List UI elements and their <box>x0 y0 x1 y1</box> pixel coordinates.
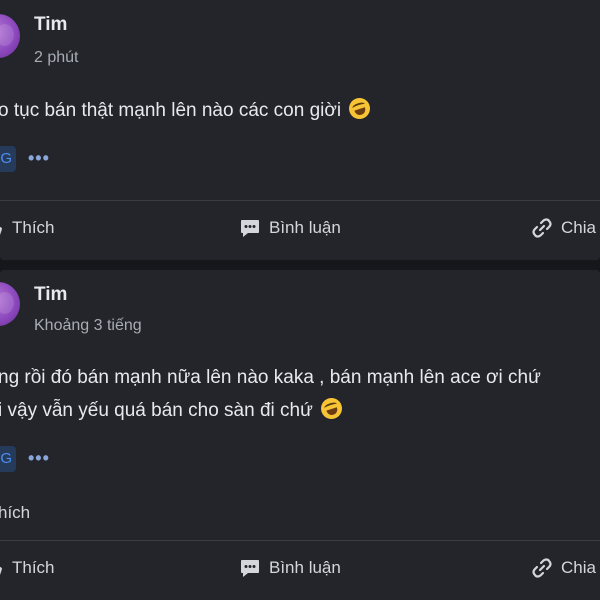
like-label: Thích <box>12 218 55 237</box>
share-label: Chia <box>561 218 596 237</box>
share-button[interactable]: Chia <box>531 214 596 242</box>
post-time[interactable]: Khoảng 3 tiếng <box>34 317 142 335</box>
link-icon <box>531 557 553 579</box>
author-avatar[interactable] <box>0 14 20 58</box>
post-text: i vậy vẫn yếu quá bán cho sàn đi chứ <box>0 400 313 421</box>
comment-label: Bình luận <box>269 558 341 577</box>
divider <box>0 540 600 541</box>
news-feed: Tim 2 phút o tục bán thật mạnh lên nào c… <box>0 0 600 600</box>
like-button[interactable]: Thích <box>0 554 55 582</box>
tag-badge[interactable]: G <box>0 446 16 472</box>
author-name[interactable]: Tim <box>34 14 67 36</box>
post-text: ng rồi đó bán mạnh nữa lên nào kaka , bá… <box>0 367 541 388</box>
comment-bubble-icon <box>239 557 261 579</box>
post-card: Tim 2 phút o tục bán thật mạnh lên nào c… <box>0 0 600 260</box>
post-text-line: o tục bán thật mạnh lên nào các con giời <box>0 95 373 122</box>
post-text: o tục bán thật mạnh lên nào các con giời <box>0 100 342 121</box>
author-avatar[interactable] <box>0 282 20 326</box>
post-text-line: ng rồi đó bán mạnh nữa lên nào kaka , bá… <box>0 367 541 389</box>
link-icon <box>531 217 553 239</box>
like-label: Thích <box>12 558 55 577</box>
comment-label: Bình luận <box>269 218 341 237</box>
laughing-emoji-icon <box>346 95 373 122</box>
thumbs-up-icon <box>0 217 4 239</box>
likes-summary[interactable]: hích <box>0 503 30 523</box>
post-text-line: i vậy vẫn yếu quá bán cho sàn đi chứ <box>0 395 345 422</box>
tag-badge[interactable]: G <box>0 146 16 172</box>
comment-button[interactable]: Bình luận <box>239 554 341 582</box>
post-card: Tim Khoảng 3 tiếng ng rồi đó bán mạnh nữ… <box>0 270 600 600</box>
more-options-button[interactable]: ••• <box>28 448 50 469</box>
more-options-button[interactable]: ••• <box>28 148 50 169</box>
divider <box>0 200 600 201</box>
thumbs-up-icon <box>0 557 4 579</box>
comment-bubble-icon <box>239 217 261 239</box>
author-name[interactable]: Tim <box>34 284 67 306</box>
comment-button[interactable]: Bình luận <box>239 214 341 242</box>
share-button[interactable]: Chia <box>531 554 596 582</box>
post-time[interactable]: 2 phút <box>34 49 78 67</box>
like-button[interactable]: Thích <box>0 214 55 242</box>
share-label: Chia <box>561 558 596 577</box>
laughing-emoji-icon <box>318 395 345 422</box>
